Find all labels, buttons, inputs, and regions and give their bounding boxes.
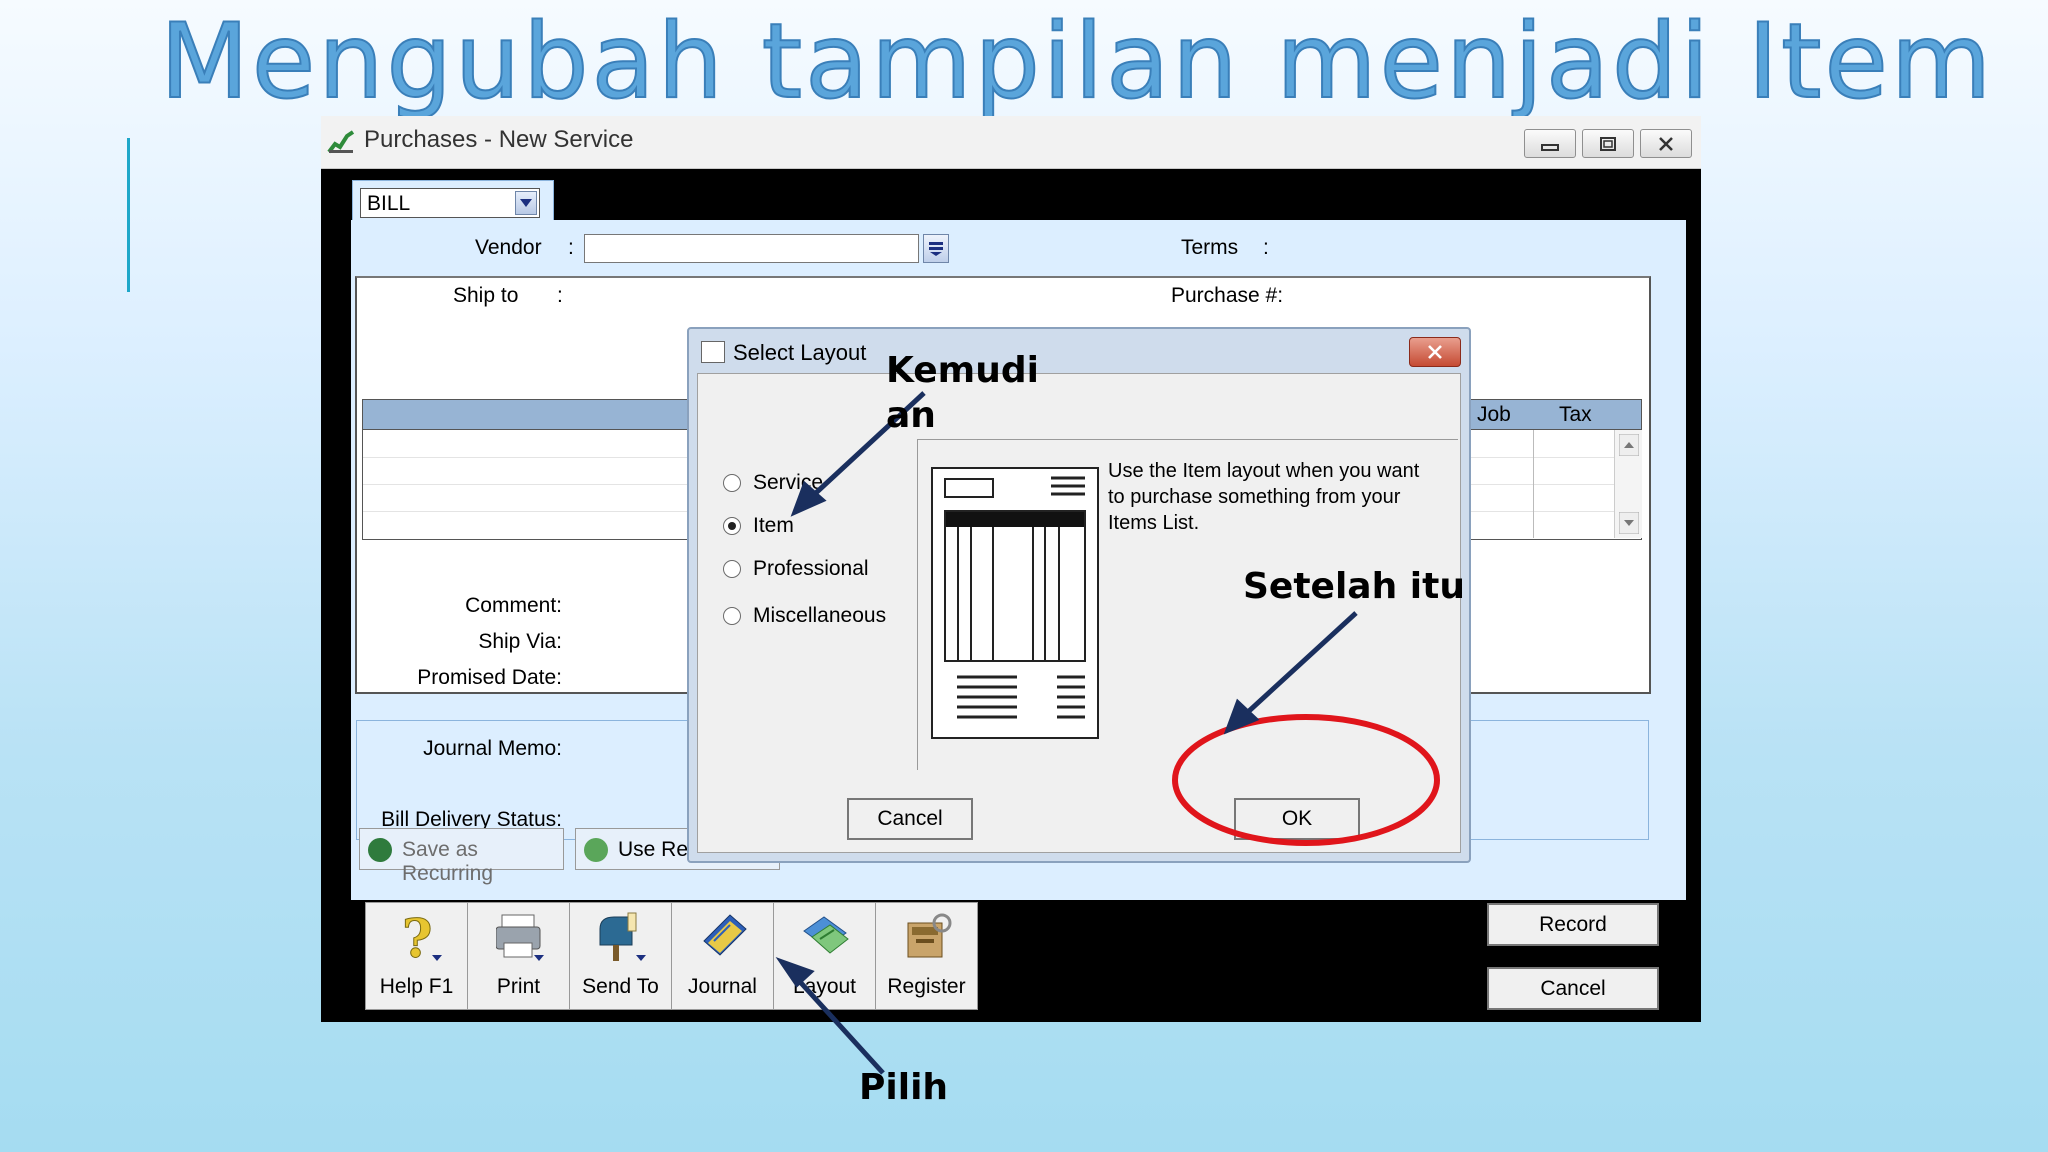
dialog-close-button[interactable] bbox=[1409, 337, 1461, 367]
recurring-icon bbox=[584, 838, 608, 862]
ship-to-colon: : bbox=[557, 284, 563, 307]
send-to-button[interactable]: Send To bbox=[569, 902, 672, 1010]
dialog-title: Select Layout bbox=[733, 340, 867, 365]
help-button[interactable]: ? Help F1 bbox=[365, 902, 468, 1010]
terms-colon: : bbox=[1263, 236, 1269, 259]
layout-option-miscellaneous[interactable]: Miscellaneous bbox=[723, 603, 903, 633]
layout-icon bbox=[803, 916, 849, 954]
layout-button[interactable]: Layout bbox=[773, 902, 876, 1010]
journal-icon bbox=[703, 914, 747, 956]
scroll-down-icon[interactable] bbox=[1619, 512, 1639, 534]
window-title: Purchases - New Service bbox=[364, 126, 634, 153]
print-button[interactable]: Print bbox=[467, 902, 570, 1010]
grid-scrollbar[interactable] bbox=[1614, 430, 1642, 538]
record-button[interactable]: Record bbox=[1487, 903, 1659, 946]
layout-preview-icon bbox=[931, 467, 1099, 739]
save-as-recurring-button[interactable]: Save as Recurring bbox=[359, 828, 564, 885]
bill-type-value: BILL bbox=[367, 192, 411, 215]
maximize-button[interactable] bbox=[1582, 129, 1634, 158]
comment-label: Comment: bbox=[465, 594, 562, 617]
bill-type-tab: BILL bbox=[352, 180, 554, 224]
radio-miscellaneous[interactable] bbox=[723, 607, 741, 625]
printer-icon bbox=[496, 914, 544, 961]
layout-description: Use the Item layout when you want to pur… bbox=[1108, 460, 1420, 534]
close-icon bbox=[1428, 345, 1442, 359]
vendor-label: Vendor bbox=[475, 236, 542, 259]
dialog-body: Service Item Professional Miscellaneous bbox=[697, 373, 1461, 853]
column-job: Job bbox=[1477, 403, 1511, 426]
promised-date-label: Promised Date: bbox=[417, 666, 562, 689]
annotation-kemudian-line1: Kemudi bbox=[886, 350, 1039, 391]
register-icon bbox=[907, 913, 952, 958]
terms-label: Terms bbox=[1181, 236, 1239, 259]
scroll-up-icon[interactable] bbox=[1619, 434, 1639, 456]
svg-text:?: ? bbox=[402, 911, 432, 963]
bill-type-select[interactable]: BILL bbox=[360, 188, 540, 218]
chevron-down-icon[interactable] bbox=[515, 191, 537, 215]
column-tax: Tax bbox=[1559, 403, 1592, 426]
vendor-list-icon[interactable] bbox=[923, 234, 949, 263]
register-button[interactable]: Register bbox=[875, 902, 978, 1010]
maximize-icon bbox=[1600, 137, 1616, 151]
radio-professional[interactable] bbox=[723, 560, 741, 578]
accent-line bbox=[127, 138, 130, 292]
dialog-cancel-button[interactable]: Cancel bbox=[847, 798, 973, 840]
window-titlebar[interactable]: Purchases - New Service bbox=[321, 116, 1701, 169]
recurring-icon bbox=[368, 838, 392, 862]
app-logo-icon bbox=[327, 130, 355, 154]
purchase-number-label: Purchase #: bbox=[1171, 284, 1284, 307]
journal-memo-label: Journal Memo: bbox=[423, 737, 562, 760]
minimize-icon bbox=[1541, 144, 1559, 151]
layout-option-professional[interactable]: Professional bbox=[723, 556, 903, 586]
close-button[interactable] bbox=[1640, 129, 1692, 158]
cancel-button[interactable]: Cancel bbox=[1487, 967, 1659, 1010]
vendor-field[interactable] bbox=[584, 234, 919, 263]
ship-to-label: Ship to bbox=[453, 284, 519, 307]
annotation-setelah-itu: Setelah itu bbox=[1243, 566, 1465, 607]
vendor-colon: : bbox=[568, 236, 574, 259]
slide-title: Mengubah tampilan menjadi Item bbox=[159, 1, 1995, 123]
mailbox-icon bbox=[599, 912, 646, 961]
close-icon bbox=[1659, 137, 1673, 151]
ship-via-label: Ship Via: bbox=[478, 630, 562, 653]
radio-item[interactable] bbox=[723, 517, 741, 535]
minimize-button[interactable] bbox=[1524, 129, 1576, 158]
journal-button[interactable]: Journal bbox=[671, 902, 774, 1010]
dialog-ok-button[interactable]: OK bbox=[1234, 798, 1360, 840]
annotation-kemudian-line2: an bbox=[886, 395, 936, 436]
layout-option-item[interactable]: Item bbox=[723, 513, 903, 543]
layout-option-service[interactable]: Service bbox=[723, 470, 903, 500]
radio-service[interactable] bbox=[723, 474, 741, 492]
annotation-pilih: Pilih bbox=[859, 1067, 949, 1108]
dialog-icon bbox=[701, 341, 725, 363]
help-icon: ? bbox=[402, 911, 442, 963]
